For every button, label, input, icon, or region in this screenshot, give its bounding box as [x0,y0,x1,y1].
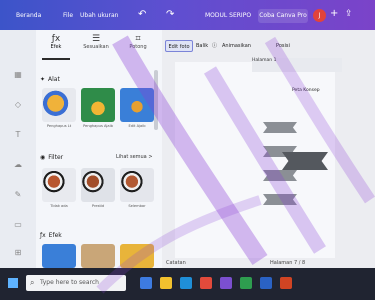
panel-tabs: ƒx Efek ☰ Sesuaikan ⌗ Potong [36,30,162,60]
tab-label: Efek [50,44,62,50]
powerpoint-icon[interactable] [280,277,292,289]
canva-icon[interactable] [220,277,232,289]
filter-icon: ◉ [40,154,46,161]
rail-item-design[interactable]: ▦ [0,70,36,79]
tool-thumb-magic-edit[interactable] [120,88,154,122]
rail-item-projects[interactable]: ▭ [0,220,36,229]
tool-thumb-magic-eraser[interactable] [81,88,115,122]
undo-icon[interactable]: ↶ [138,9,146,20]
plus-icon[interactable]: + [330,8,338,19]
photo-edit-panel: ƒx Efek ☰ Sesuaikan ⌗ Potong ✦ Alat Pengh… [36,30,162,268]
tab-crop[interactable]: ⌗ Potong [118,34,158,50]
tool-label: Edit Ajaib [128,124,146,128]
page-label: Halaman 1 [252,58,277,63]
info-icon[interactable]: ⓘ [212,40,217,52]
rail-item-upload[interactable]: ☁ [0,160,36,169]
filter-thumb-none[interactable] [42,168,76,202]
filter-thumb-selembar[interactable] [120,168,154,202]
edit-photo-button[interactable]: Edit foto [165,40,193,52]
filter-label: Selembar [128,204,146,208]
upload-icon: ☁ [14,160,22,169]
fx-icon: ƒx [40,232,46,239]
tool-label: Penghapus Ajaib [83,124,113,128]
ribbon-shape[interactable] [263,122,297,133]
rail-item-text[interactable]: T [0,130,36,139]
resize-button[interactable]: Ubah ukuran [80,12,118,19]
app-top-bar: Beranda File Ubah ukuran ↶ ↷ MODUL SERIP… [0,0,375,30]
home-link[interactable]: Beranda [16,12,41,19]
taskbar-search[interactable]: Type here to search [26,275,126,291]
file-menu[interactable]: File [63,12,73,19]
text-icon: T [15,130,21,139]
layout-icon: ▦ [14,70,22,79]
tab-adjust[interactable]: ☰ Sesuaikan [76,34,116,50]
rail-item-elements[interactable]: ◇ [0,100,36,109]
tools-icon: ✦ [40,76,46,83]
shapes-icon: ◇ [14,100,22,109]
tab-label: Potong [129,44,147,50]
ribbon-shape-main[interactable] [282,152,328,170]
excel-icon[interactable] [240,277,252,289]
edge-icon[interactable] [180,277,192,289]
page-counter[interactable]: Halaman 7 / 8 [270,260,305,266]
notes-button[interactable]: Catatan [166,260,186,266]
tab-label: Sesuaikan [83,44,109,50]
flip-button[interactable]: Balik [196,40,208,52]
windows-start-icon[interactable] [8,278,18,288]
rail-item-draw[interactable]: ✎ [0,190,36,199]
section-effects-heading: ƒx Efek [40,232,62,239]
chrome-icon[interactable] [200,277,212,289]
file-explorer-icon[interactable] [160,277,172,289]
tab-effects[interactable]: ƒx Efek [36,34,76,50]
apps-icon: ⊞ [14,248,22,257]
ribbon-shape[interactable] [263,194,297,205]
folder-icon: ▭ [14,220,22,229]
sliders-icon: ☰ [91,34,101,44]
rail-item-apps[interactable]: ⊞ [0,248,36,257]
effect-thumb-3[interactable] [120,244,154,268]
share-icon[interactable]: ⇪ [345,9,353,19]
word-icon[interactable] [260,277,272,289]
filter-thumb-prestid[interactable] [81,168,115,202]
try-pro-button[interactable]: Coba Canva Pro [258,9,308,23]
windows-taskbar: Type here to search [0,268,375,300]
ribbon-shape[interactable] [263,170,297,181]
avatar[interactable]: J [313,9,326,22]
tool-label: Penghapus Lt [46,124,72,128]
active-tab-indicator [42,58,70,60]
position-button[interactable]: Posisi [276,40,290,52]
effect-thumb-2[interactable] [81,244,115,268]
section-tools-heading: ✦ Alat [40,76,60,83]
panel-scrollbar[interactable] [154,70,158,130]
filter-label: Prestid [91,204,105,208]
document-title[interactable]: MODUL SERIPO [205,12,251,19]
tool-thumb-bg-remover[interactable] [42,88,76,122]
crop-icon: ⌗ [135,34,141,44]
filter-see-all-link[interactable]: Lihat semua > [116,154,153,160]
task-view-icon[interactable] [140,277,152,289]
left-rail: ▦ ◇ T ☁ ✎ ▭ ⊞ [0,30,36,268]
effect-thumb-1[interactable] [42,244,76,268]
fx-icon: ƒx [51,34,61,44]
section-filter-heading: ◉ Filter [40,154,64,161]
animate-button[interactable]: Animasikan [222,40,251,52]
concept-map-label[interactable]: Peta Konsep [292,88,320,93]
page-header: Halaman 1 [252,58,342,72]
pen-icon: ✎ [14,190,22,199]
filter-label: Tidak ada [50,204,68,208]
redo-icon[interactable]: ↷ [166,9,174,20]
